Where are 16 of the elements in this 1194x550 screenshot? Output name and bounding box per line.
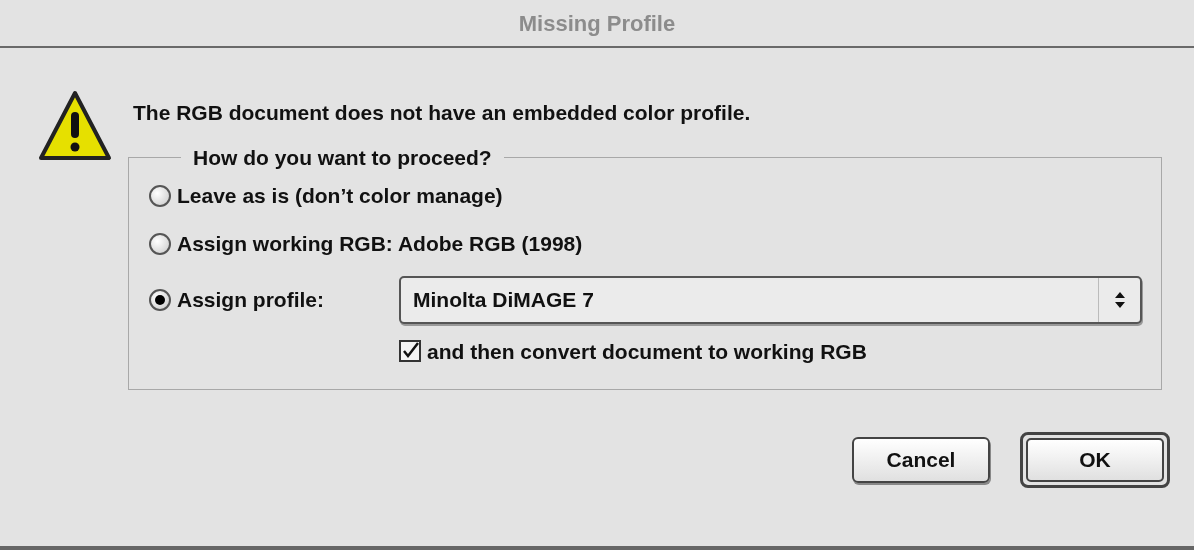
option-label: Leave as is (don’t color manage) bbox=[177, 182, 503, 209]
checkbox[interactable] bbox=[399, 340, 421, 363]
up-down-arrows-icon bbox=[1113, 290, 1126, 309]
checkbox-label: and then convert document to working RGB bbox=[427, 338, 867, 365]
option-label: Assign working RGB: Adobe RGB (1998) bbox=[177, 230, 583, 257]
radio-button[interactable] bbox=[149, 184, 171, 207]
window-title: Missing Profile bbox=[518, 9, 676, 38]
dialog-button[interactable]: Cancel bbox=[852, 437, 990, 483]
group-title: How do you want to proceed? bbox=[192, 145, 493, 171]
dialog-button[interactable]: OK bbox=[1020, 432, 1170, 488]
radio-button[interactable] bbox=[149, 232, 171, 255]
warning-icon bbox=[38, 90, 112, 162]
option-label: Assign profile: bbox=[177, 286, 325, 313]
message-text: The RGB document does not have an embedded color profile. bbox=[133, 100, 751, 126]
radio-button[interactable] bbox=[149, 288, 171, 311]
profile-dropdown[interactable]: Minolta DiMAGE 7 bbox=[399, 275, 1142, 324]
